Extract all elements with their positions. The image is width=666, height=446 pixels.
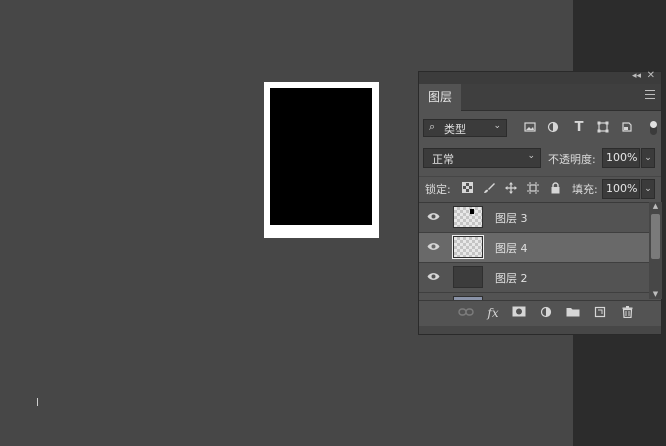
search-icon: ⌕	[429, 120, 436, 133]
panel-titlebar[interactable]: ◂◂ ✕	[419, 70, 661, 84]
blend-row: 正常 ⌄ 不透明度: 100% ⌄	[419, 148, 661, 170]
chevron-down-icon: ⌄	[493, 121, 501, 131]
adjustment-filter-icon[interactable]	[546, 121, 560, 135]
opacity-dropdown-icon[interactable]: ⌄	[641, 148, 655, 168]
filter-type-label: 类型	[444, 123, 466, 136]
filter-toggle[interactable]	[650, 121, 657, 135]
trash-icon[interactable]	[619, 306, 635, 320]
layer-thumbnail	[453, 266, 483, 288]
shape-filter-icon[interactable]	[596, 121, 610, 135]
fill-input[interactable]: 100%	[602, 179, 640, 199]
layer-thumbnail	[453, 206, 483, 228]
eye-icon[interactable]	[427, 241, 440, 254]
blend-mode-select[interactable]: 正常 ⌄	[423, 148, 541, 168]
scroll-thumb[interactable]	[651, 214, 660, 259]
scroll-up-icon[interactable]: ▲	[649, 202, 662, 211]
close-icon[interactable]: ✕	[647, 70, 655, 81]
layers-list: 图层 3 图层 4 图层 2 图层	[419, 202, 649, 300]
polaroid-frame	[264, 82, 379, 238]
eye-icon[interactable]	[427, 211, 440, 224]
layer-row[interactable]: 图层 3	[419, 203, 649, 233]
layer-row[interactable]: 图层	[419, 293, 649, 300]
filter-row: ⌕ 类型 ⌄ T	[419, 118, 661, 140]
layer-mask-icon[interactable]	[511, 306, 527, 320]
new-layer-icon[interactable]	[592, 306, 608, 320]
lock-row: 锁定: 填充: 100% ⌄	[419, 176, 661, 199]
photo-area	[270, 88, 372, 225]
layer-row-selected[interactable]: 图层 4	[419, 233, 649, 263]
new-group-icon[interactable]	[565, 306, 581, 320]
fill-dropdown-icon[interactable]: ⌄	[641, 179, 655, 199]
layer-name: 图层 4	[495, 242, 528, 255]
type-filter-icon[interactable]: T	[572, 121, 586, 135]
layers-scrollbar[interactable]: ▲ ▼	[649, 202, 662, 299]
lock-transparent-pixels-icon[interactable]	[460, 182, 474, 196]
blend-mode-value: 正常	[432, 153, 454, 166]
link-layers-icon[interactable]	[458, 306, 474, 320]
panel-tabbar: 图层	[419, 84, 661, 111]
adjustment-layer-icon[interactable]	[538, 306, 554, 320]
lock-image-pixels-icon[interactable]	[482, 182, 496, 196]
chevron-down-icon: ⌄	[527, 151, 535, 161]
smart-object-filter-icon[interactable]	[620, 121, 634, 135]
scroll-down-icon[interactable]: ▼	[649, 290, 662, 299]
filter-type-select[interactable]: ⌕ 类型 ⌄	[423, 119, 507, 137]
layer-name: 图层 2	[495, 272, 528, 285]
lock-all-icon[interactable]	[548, 182, 562, 196]
layer-name: 图层 3	[495, 212, 528, 225]
fill-label: 填充:	[572, 183, 598, 196]
layers-bottom-toolbar: fx	[419, 300, 661, 327]
fx-icon[interactable]: fx	[485, 306, 501, 320]
tab-layers[interactable]: 图层	[419, 84, 461, 111]
collapse-icon[interactable]: ◂◂	[632, 71, 641, 81]
image-filter-icon[interactable]	[523, 121, 537, 135]
layer-thumbnail	[452, 235, 484, 259]
lock-position-icon[interactable]	[504, 182, 518, 196]
eye-icon[interactable]	[427, 271, 440, 284]
layer-row[interactable]: 图层 2	[419, 263, 649, 293]
panel-menu-icon[interactable]	[645, 90, 655, 99]
opacity-label: 不透明度:	[548, 153, 596, 166]
text-cursor	[37, 398, 38, 406]
panel-bottom-edge	[419, 326, 661, 334]
opacity-input[interactable]: 100%	[602, 148, 640, 168]
layers-panel: ◂◂ ✕ 图层 ⌕ 类型 ⌄ T 正常 ⌄ 不透明度: 100% ⌄ 锁定: 填…	[418, 70, 662, 335]
lock-label: 锁定:	[425, 183, 451, 196]
lock-artboard-icon[interactable]	[526, 182, 540, 196]
